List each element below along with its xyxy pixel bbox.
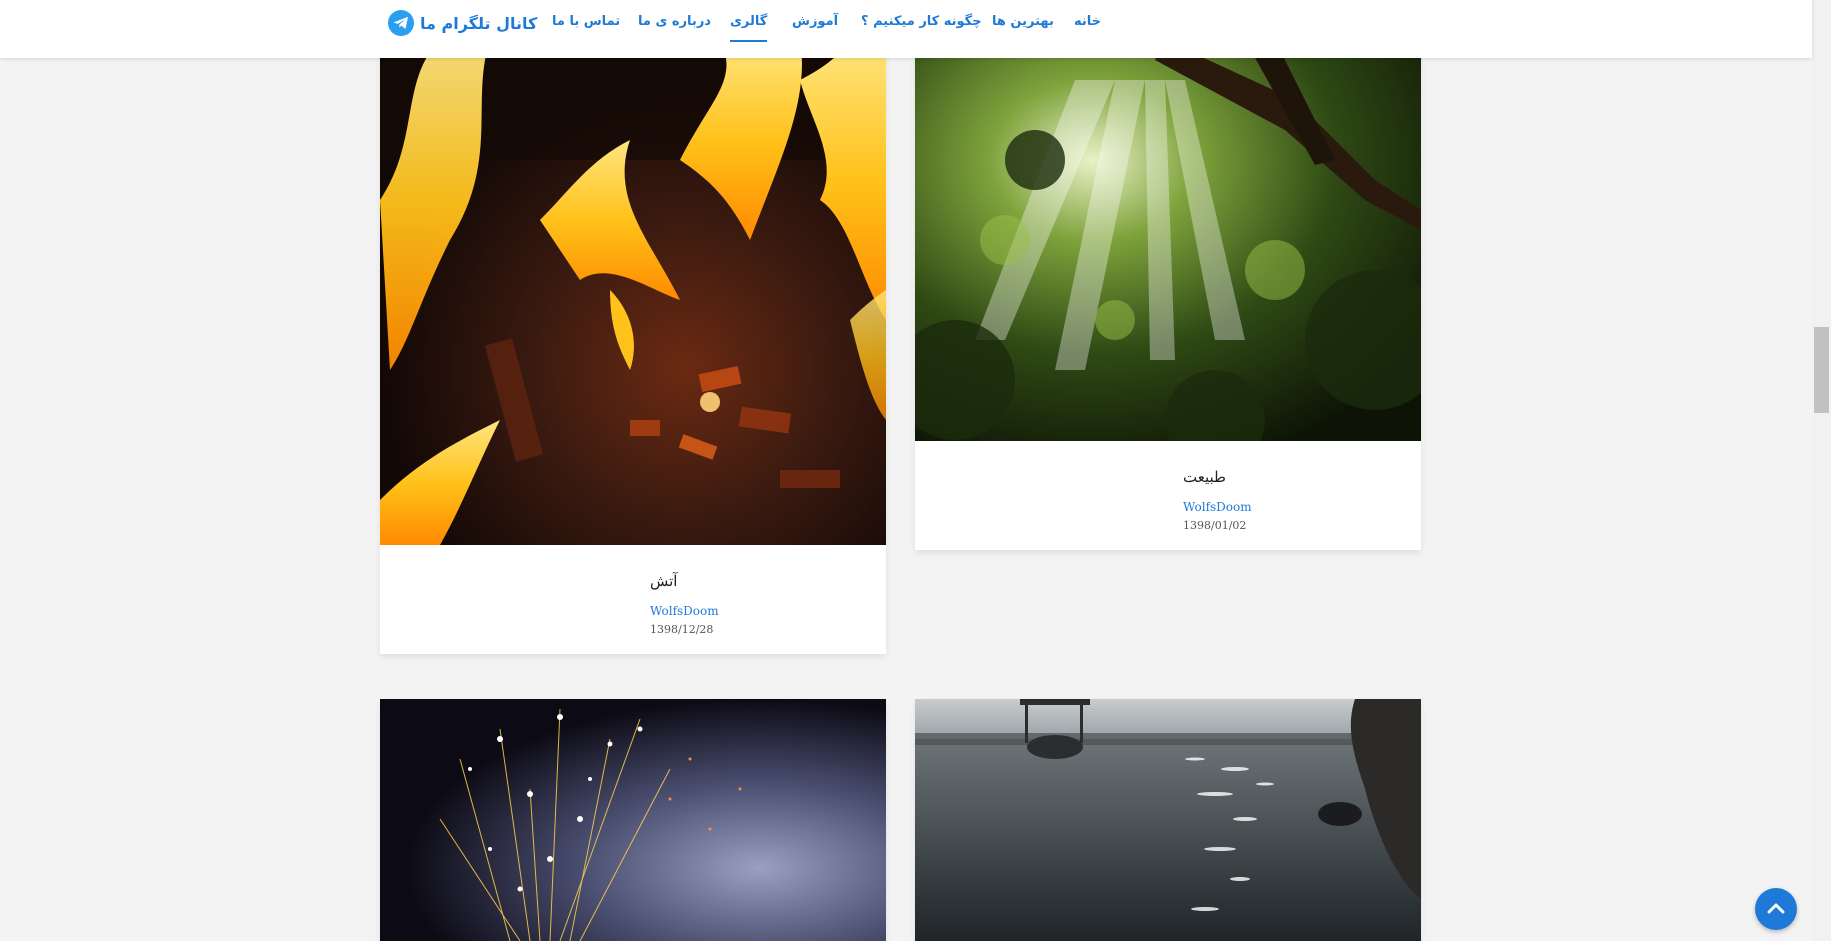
- gallery-card-nature[interactable]: طبیعت WolfsDoom 1398/01/02: [915, 40, 1421, 550]
- gallery-card-fire[interactable]: آتش WolfsDoom 1398/12/28: [380, 40, 886, 654]
- forest-photo[interactable]: [915, 40, 1421, 441]
- card-author-link[interactable]: WolfsDoom: [650, 604, 719, 618]
- top-navbar: کانال تلگرام ما خانه بهترین ها چگونه کار…: [0, 0, 1812, 58]
- card-title: طبیعت: [1183, 468, 1226, 486]
- page-scrollbar[interactable]: [1812, 0, 1831, 941]
- nav-menu: خانه بهترین ها چگونه کار میکنیم ؟ آموزش …: [0, 0, 1812, 58]
- river-photo[interactable]: [915, 699, 1421, 941]
- sparks-photo[interactable]: [380, 699, 886, 941]
- chevron-up-icon: [1767, 903, 1785, 914]
- nav-link-about[interactable]: درباره ی ما: [638, 14, 711, 29]
- nav-link-gallery[interactable]: گالری: [730, 14, 768, 42]
- gallery-card-river[interactable]: [915, 699, 1421, 941]
- card-title: آتش: [650, 572, 678, 590]
- nav-link-contact[interactable]: تماس با ما: [552, 14, 620, 29]
- card-date: 1398/01/02: [1183, 519, 1247, 532]
- scrollbar-thumb[interactable]: [1814, 327, 1829, 413]
- nav-link-tutorial[interactable]: آموزش: [792, 14, 838, 29]
- nav-link-best[interactable]: بهترین ها: [992, 14, 1054, 29]
- back-to-top-button[interactable]: [1755, 888, 1797, 930]
- nav-link-home[interactable]: خانه: [1074, 14, 1101, 29]
- fire-photo[interactable]: [380, 40, 886, 545]
- gallery-card-sparks[interactable]: [380, 699, 886, 941]
- nav-link-how-we-work[interactable]: چگونه کار میکنیم ؟: [861, 14, 982, 29]
- card-author-link[interactable]: WolfsDoom: [1183, 500, 1252, 514]
- card-date: 1398/12/28: [650, 623, 714, 636]
